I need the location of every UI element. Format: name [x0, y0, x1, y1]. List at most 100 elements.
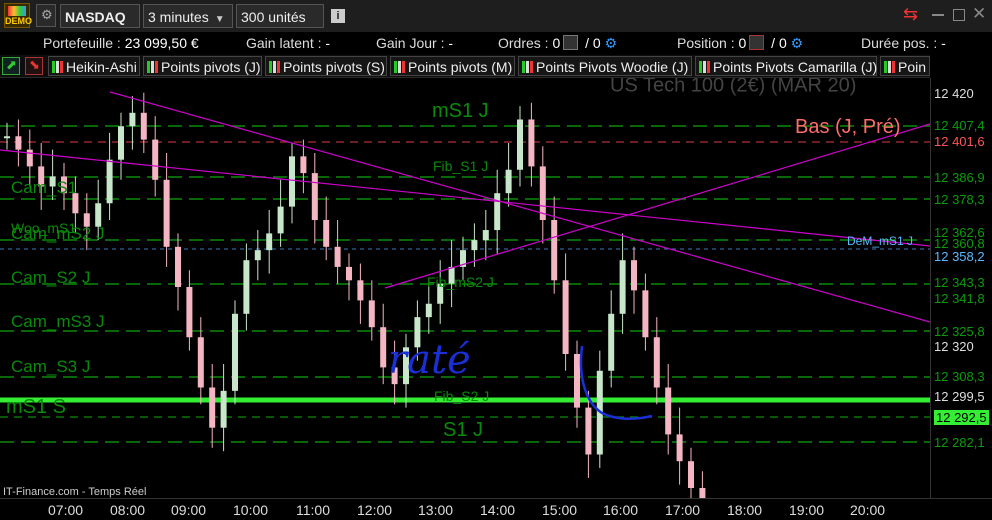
level-ms1-s: mS1 S: [6, 396, 67, 418]
level-fib-s1-j: Fib_S1 J: [433, 158, 489, 174]
minimize-button[interactable]: [932, 14, 944, 16]
chart-watermark: US Tech 100 (2€) (MAR 20): [610, 78, 856, 97]
candle-body: [494, 193, 501, 231]
candle-body: [608, 313, 615, 371]
level-cam-s2-j: Cam_S2 J: [11, 268, 91, 287]
indicator-tab[interactable]: Heikin-Ashi: [48, 56, 140, 76]
sync-button[interactable]: ⇆: [903, 4, 925, 26]
gain-jour: Gain Jour : -: [376, 35, 453, 51]
sync-arrows-icon: ⇆: [903, 4, 919, 24]
time-tick: 11:00: [296, 502, 330, 518]
candle-body: [26, 149, 33, 167]
position-label: Position :: [677, 35, 735, 51]
time-tick: 17:00: [665, 502, 701, 518]
time-tick: 12:00: [357, 502, 393, 518]
candle-body: [482, 230, 489, 241]
price-tick: 12 386,9: [934, 170, 985, 185]
indicator-tab[interactable]: Points pivots (S): [265, 56, 387, 76]
orders: Ordres : 0 / 0 ⚙: [498, 35, 617, 52]
candle-body: [140, 112, 147, 140]
gear-icon[interactable]: ⚙: [601, 35, 618, 51]
position: Position : 0 / 0 ⚙: [677, 35, 803, 52]
price-tick: 12 378,3: [934, 192, 985, 207]
price-tick: 12 282,1: [934, 435, 985, 450]
candle-body: [243, 260, 250, 314]
level-cam-ms2-j: Cam_mS2 J: [11, 224, 105, 243]
maximize-button[interactable]: [953, 9, 965, 21]
color-flag-icon: [269, 59, 281, 75]
price-axis[interactable]: 12 420 12 407,4 12 401,6 12 386,9 12 378,3 12…: [930, 78, 992, 498]
price-tick: 12 420: [934, 86, 974, 101]
candle-body: [220, 390, 227, 428]
price-tick: 12 325,8: [934, 324, 985, 339]
time-tick: 07:00: [48, 502, 84, 518]
hand-drawn-arc: [579, 345, 653, 420]
indicator-tab[interactable]: Points Pivots Woodie (J): [518, 56, 692, 76]
position-duration: Durée pos. : -: [861, 35, 946, 51]
indicator-label: Points pivots (M): [408, 59, 513, 75]
position-count: 0: [738, 35, 747, 51]
instrument-select[interactable]: NASDAQ▼: [60, 4, 140, 49]
candle-body: [642, 290, 649, 338]
close-button[interactable]: ✕: [972, 4, 986, 24]
candle-body: [266, 233, 273, 251]
position-pending: / 0: [771, 35, 787, 51]
candle-body: [619, 260, 626, 314]
color-flag-icon: [884, 59, 896, 75]
candle-body: [631, 260, 637, 291]
indicator-tab[interactable]: Points pivots (M): [390, 56, 515, 76]
candle-body: [152, 139, 159, 180]
price-tick: 12 292,5: [934, 410, 989, 425]
add-indicator-button[interactable]: ⬈: [2, 57, 20, 75]
candle-body: [688, 461, 694, 488]
top-toolbar: DEMO ⚙ NASDAQ▼ 3 minutes▼ 300 unités▼ i …: [0, 0, 992, 49]
duration-label: Durée pos. :: [861, 35, 938, 51]
gear-icon: ⚙: [41, 7, 53, 22]
color-flag-icon: [394, 59, 406, 75]
remove-indicator-button[interactable]: ⬊: [25, 57, 43, 75]
candle-body: [574, 354, 580, 408]
candle-body: [232, 313, 238, 391]
candle-body: [653, 337, 660, 388]
indicator-label: Points Pivots Camarilla (J): [713, 59, 878, 75]
candle-body: [585, 407, 592, 455]
close-position-icon[interactable]: [749, 35, 765, 50]
time-tick: 09:00: [171, 502, 207, 518]
gain-latent-label: Gain latent :: [246, 35, 322, 51]
candle-body: [471, 240, 478, 251]
candle-body: [254, 250, 261, 261]
level-s1-j: S1 J: [443, 419, 484, 441]
info-button[interactable]: i: [331, 9, 345, 23]
cancel-orders-icon[interactable]: [563, 35, 579, 50]
indicator-label: Poin: [898, 59, 927, 75]
timeframe-select[interactable]: 3 minutes ▼: [143, 4, 233, 28]
candle-body: [551, 220, 558, 281]
arrow-up-icon: ⬈: [6, 57, 17, 72]
time-tick: 19:00: [789, 502, 825, 518]
gear-icon[interactable]: ⚙: [787, 35, 804, 51]
candle-body: [357, 280, 364, 301]
units-select[interactable]: 300 unités▼: [236, 4, 324, 49]
indicator-label: Points pivots (S): [283, 59, 385, 75]
close-icon: ✕: [972, 4, 987, 23]
candle-body: [425, 303, 432, 318]
trendline-rising: [384, 123, 930, 289]
candle-body: [699, 488, 706, 498]
color-flag-icon: [699, 59, 711, 75]
candle-body: [129, 112, 136, 127]
candle-body: [311, 173, 318, 220]
time-axis[interactable]: 07:00 08:00 09:00 10:00 11:00 12:00 13:00 14:00…: [0, 498, 992, 520]
time-tick: 16:00: [603, 502, 639, 518]
candle-body: [676, 434, 683, 462]
settings-button[interactable]: ⚙: [36, 4, 56, 27]
indicator-tab[interactable]: Points pivots (J): [143, 56, 262, 76]
candle-body: [346, 266, 352, 281]
indicator-tab[interactable]: Poin: [880, 56, 930, 76]
price-chart[interactable]: US Tech 100 (2€) (MAR 20) raté mS1 J Bas…: [0, 78, 930, 498]
candle-body: [289, 156, 295, 207]
candle-body: [163, 179, 170, 247]
candle-body: [197, 337, 204, 388]
time-tick: 15:00: [542, 502, 578, 518]
indicator-tab[interactable]: Points Pivots Camarilla (J): [695, 56, 877, 76]
indicator-bar: ⬈ ⬊ Heikin-Ashi Points pivots (J) Points p…: [0, 55, 930, 78]
